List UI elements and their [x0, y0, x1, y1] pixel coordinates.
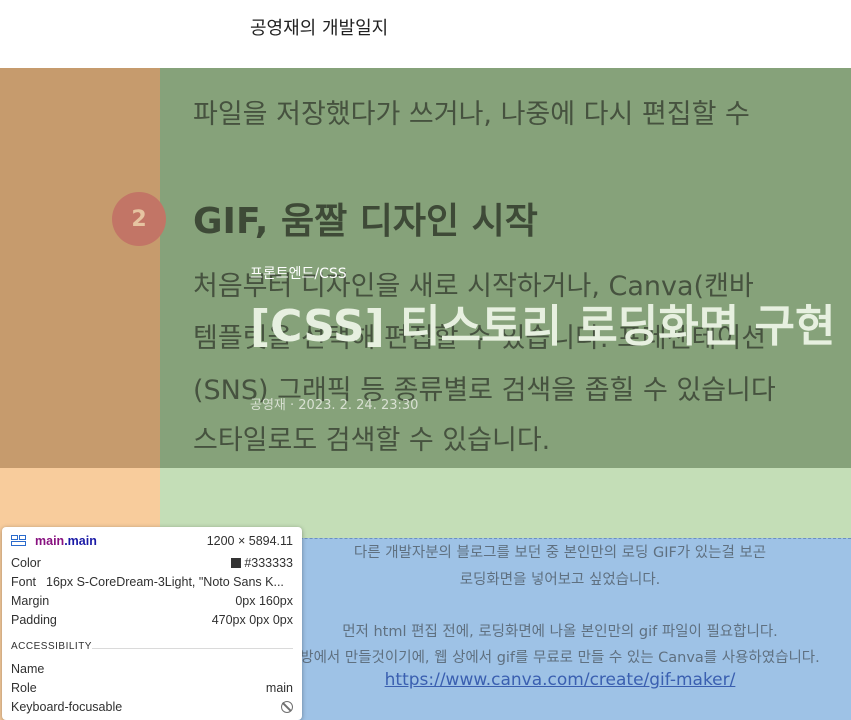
post-title: [CSS] 티스토리 로딩화면 구현	[250, 301, 836, 352]
tooltip-row-font: Font 16px S-CoreDream-3Light, "Noto Sans…	[11, 575, 284, 589]
tooltip-row-margin: Margin 0px 160px	[11, 594, 293, 608]
accessibility-section-title: ACCESSIBILITY	[11, 641, 92, 652]
blog-title-link[interactable]: 공영재의 개발일지	[250, 14, 388, 40]
hero-section: 파일을 저장했다가 쓰거나, 나중에 다시 편집할 수 2 GIF, 움짤 디자…	[0, 68, 851, 468]
step-number-badge: 2	[112, 192, 166, 246]
devtools-inspect-tooltip: main.main 1200 × 5894.11 Color #333333 F…	[2, 527, 302, 720]
tooltip-row-role: Role main	[11, 681, 293, 695]
tooltip-row-name: Name	[11, 662, 45, 676]
section-divider	[92, 648, 293, 649]
post-category-link[interactable]: 프론트엔드/CSS	[250, 263, 347, 283]
tooltip-row-keyboard-focusable: Keyboard-focusable	[11, 700, 293, 714]
not-focusable-icon	[281, 701, 293, 713]
background-heading: GIF, 움짤 디자인 시작	[193, 201, 538, 242]
grid-layout-icon	[11, 535, 26, 546]
tooltip-row-color: Color #333333	[11, 556, 293, 570]
background-text-line: 스타일로도 검색할 수 있습니다.	[193, 425, 551, 456]
element-size: 1200 × 5894.11	[206, 534, 293, 548]
background-text-line: 파일을 저장했다가 쓰거나, 나중에 다시 편집할 수	[193, 99, 750, 130]
element-selector: main.main	[11, 534, 97, 548]
canva-gif-maker-link[interactable]: https://www.canva.com/create/gif-maker/	[385, 670, 736, 690]
post-meta: 공영재 · 2023. 2. 24. 23:30	[250, 398, 419, 413]
margin-overlay-left	[0, 68, 160, 468]
blog-header: 공영재의 개발일지	[0, 0, 851, 68]
color-swatch	[231, 558, 242, 568]
tooltip-header: main.main 1200 × 5894.11	[11, 534, 293, 548]
tooltip-row-padding: Padding 470px 0px 0px	[11, 613, 293, 627]
